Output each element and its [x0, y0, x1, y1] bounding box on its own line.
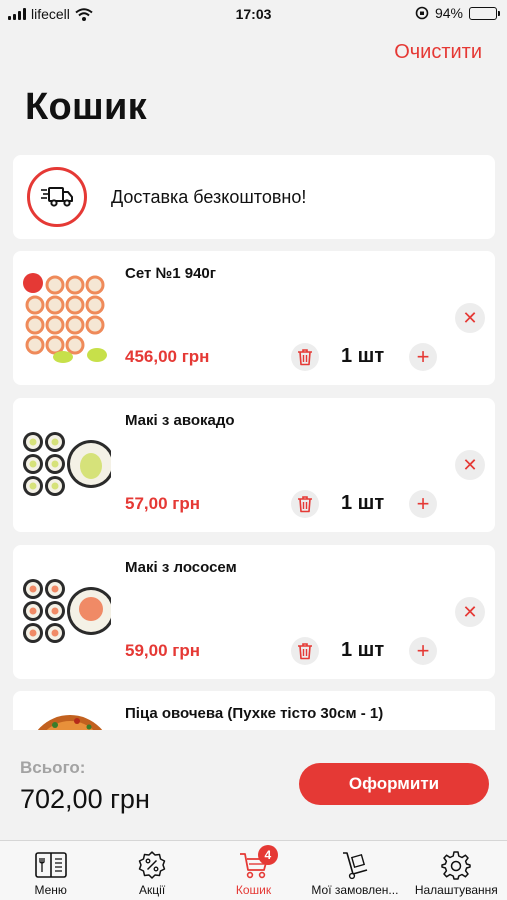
tab-bar: Меню Акції 4 Кошик Мої замовлен... Налаш… [0, 840, 507, 900]
tab-label: Мої замовлен... [311, 883, 399, 897]
page-title: Кошик [25, 86, 147, 128]
truck-icon [27, 167, 87, 227]
decrease-button[interactable] [291, 637, 319, 665]
status-bar: lifecell 17:03 94% [0, 0, 507, 28]
plus-icon: + [416, 638, 430, 663]
remove-item-button[interactable]: ✕ [455, 303, 485, 333]
cart-item: Піца овочева (Пухке тісто 30см - 1) [13, 691, 495, 731]
plus-icon: + [416, 491, 430, 516]
clear-cart-button[interactable]: Очистити [394, 41, 482, 64]
delivery-text: Доставка безкоштовно! [111, 187, 307, 207]
maki-avocado-photo [23, 432, 111, 496]
item-name: Сет №1 940г [125, 265, 216, 282]
decrease-button[interactable] [291, 490, 319, 518]
gear-icon [439, 849, 473, 881]
discount-icon [135, 849, 169, 881]
checkout-button[interactable]: Оформити [299, 763, 489, 805]
increase-button[interactable]: + [409, 637, 437, 665]
pizza-photo [37, 715, 103, 731]
increase-button[interactable]: + [409, 490, 437, 518]
tab-cart[interactable]: 4 Кошик [203, 841, 304, 900]
tab-label: Акції [139, 883, 166, 897]
item-price: 57,00 грн [125, 494, 200, 513]
cart-item: Макі з лососем 59,00 грн 1 шт + ✕ [13, 545, 495, 679]
maki-salmon-photo [23, 579, 111, 643]
increase-button[interactable]: + [409, 343, 437, 371]
item-name: Макі з авокадо [125, 412, 235, 429]
item-name: Піца овочева (Пухке тісто 30см - 1) [125, 705, 384, 722]
cart-count-badge: 4 [257, 845, 278, 865]
decrease-button[interactable] [291, 343, 319, 371]
trash-icon [298, 496, 312, 513]
hand-truck-icon [338, 849, 372, 881]
total-value: 702,00 грн [20, 784, 150, 814]
tab-menu[interactable]: Меню [0, 841, 101, 900]
tab-my-orders[interactable]: Мої замовлен... [304, 841, 405, 900]
item-quantity: 1 шт [341, 492, 385, 514]
close-icon: ✕ [462, 307, 478, 328]
tab-label: Кошик [235, 883, 272, 897]
item-name: Макі з лососем [125, 559, 237, 576]
close-icon: ✕ [462, 454, 478, 475]
battery-icon [469, 6, 500, 20]
plus-icon: + [416, 344, 430, 369]
item-quantity: 1 шт [341, 345, 385, 367]
remove-item-button[interactable]: ✕ [455, 450, 485, 480]
trash-icon [298, 643, 312, 660]
cart-item: Макі з авокадо 57,00 грн 1 шт + ✕ [13, 398, 495, 532]
tab-settings[interactable]: Налаштування [406, 841, 507, 900]
tab-label: Налаштування [414, 883, 498, 897]
item-price: 456,00 грн [125, 347, 210, 366]
total-label: Всього: [20, 758, 86, 777]
delivery-banner: Доставка безкоштовно! [13, 155, 495, 239]
battery-percent: 94% [434, 5, 463, 21]
tab-label: Меню [34, 883, 67, 897]
item-quantity: 1 шт [341, 639, 385, 661]
cart-item: Сет №1 940г 456,00 грн 1 шт + ✕ [13, 251, 495, 385]
item-price: 59,00 грн [125, 641, 200, 660]
trash-icon [298, 349, 312, 366]
close-icon: ✕ [462, 601, 478, 622]
menu-book-icon [34, 849, 68, 881]
rotation-lock-icon [415, 6, 429, 20]
tab-promotions[interactable]: Акції [101, 841, 202, 900]
order-summary: Всього: 702,00 грн Оформити [0, 730, 507, 840]
set-photo [23, 273, 107, 363]
remove-item-button[interactable]: ✕ [455, 597, 485, 627]
